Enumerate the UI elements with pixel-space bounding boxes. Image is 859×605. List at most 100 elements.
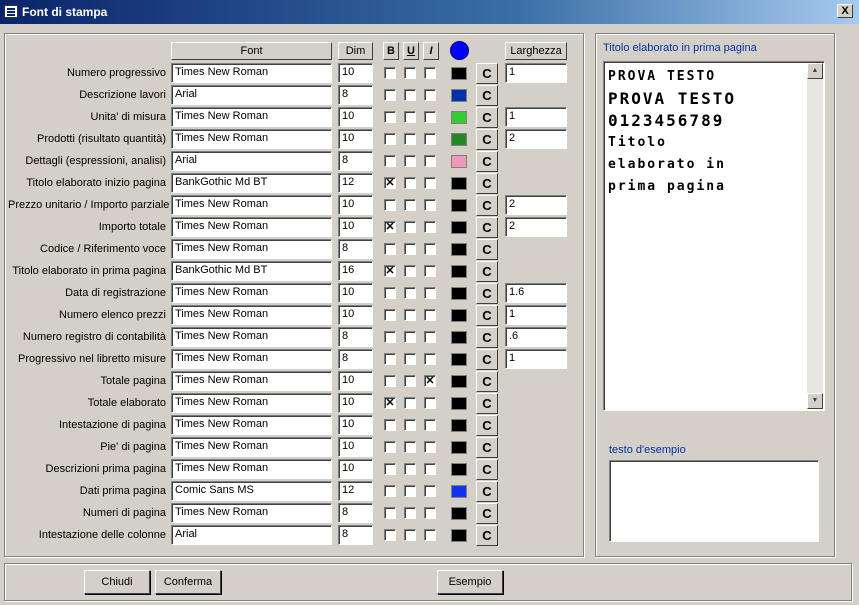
color-picker-button[interactable]: C [476,415,498,436]
bold-checkbox[interactable]: ✕ [384,265,396,277]
font-name-field[interactable]: Times New Roman [171,63,332,83]
close-button[interactable]: Chiudi [84,570,150,594]
color-picker-button[interactable]: C [476,371,498,392]
underline-checkbox[interactable] [404,419,416,431]
bold-checkbox[interactable] [384,529,396,541]
font-name-field[interactable]: Times New Roman [171,305,332,325]
font-name-field[interactable]: BankGothic Md BT [171,173,332,193]
font-name-field[interactable]: Times New Roman [171,327,332,347]
size-field[interactable]: 10 [338,415,373,435]
color-picker-button[interactable]: C [476,239,498,260]
size-field[interactable]: 10 [338,129,373,149]
italic-checkbox[interactable] [424,89,436,101]
italic-checkbox[interactable] [424,463,436,475]
size-field[interactable]: 10 [338,195,373,215]
width-field[interactable]: 1 [505,107,567,127]
underline-checkbox[interactable] [404,243,416,255]
underline-checkbox[interactable] [404,67,416,79]
preview-scrollbar[interactable]: ▲ ▼ [807,63,823,409]
italic-checkbox[interactable] [424,243,436,255]
bold-checkbox[interactable] [384,353,396,365]
italic-checkbox[interactable] [424,441,436,453]
italic-checkbox[interactable] [424,287,436,299]
underline-checkbox[interactable] [404,397,416,409]
underline-checkbox[interactable] [404,89,416,101]
underline-checkbox[interactable] [404,111,416,123]
color-picker-button[interactable]: C [476,195,498,216]
underline-checkbox[interactable] [404,309,416,321]
bold-checkbox[interactable] [384,199,396,211]
bold-checkbox[interactable] [384,419,396,431]
bold-checkbox[interactable]: ✕ [384,397,396,409]
bold-checkbox[interactable] [384,441,396,453]
italic-checkbox[interactable] [424,485,436,497]
size-field[interactable]: 10 [338,371,373,391]
color-picker-button[interactable]: C [476,437,498,458]
italic-checkbox[interactable] [424,265,436,277]
font-name-field[interactable]: Times New Roman [171,195,332,215]
width-field[interactable]: 1 [505,305,567,325]
bold-checkbox[interactable] [384,507,396,519]
underline-checkbox[interactable] [404,507,416,519]
scroll-down-arrow-icon[interactable]: ▼ [807,393,823,409]
bold-checkbox[interactable]: ✕ [384,221,396,233]
font-name-field[interactable]: Times New Roman [171,459,332,479]
size-field[interactable]: 10 [338,283,373,303]
width-field[interactable]: 2 [505,195,567,215]
italic-checkbox[interactable] [424,331,436,343]
size-field[interactable]: 16 [338,261,373,281]
underline-checkbox[interactable] [404,287,416,299]
bold-checkbox[interactable] [384,309,396,321]
underline-checkbox[interactable] [404,331,416,343]
confirm-button[interactable]: Conferma [155,570,221,594]
bold-checkbox[interactable] [384,133,396,145]
italic-checkbox[interactable] [424,309,436,321]
italic-checkbox[interactable] [424,155,436,167]
font-name-field[interactable]: Times New Roman [171,371,332,391]
underline-checkbox[interactable] [404,177,416,189]
color-picker-button[interactable]: C [476,63,498,84]
font-name-field[interactable]: Times New Roman [171,349,332,369]
color-picker-button[interactable]: C [476,107,498,128]
size-field[interactable]: 8 [338,151,373,171]
color-picker-button[interactable]: C [476,151,498,172]
size-field[interactable]: 8 [338,239,373,259]
font-name-field[interactable]: Times New Roman [171,437,332,457]
bold-checkbox[interactable] [384,89,396,101]
font-name-field[interactable]: Times New Roman [171,217,332,237]
color-picker-button[interactable]: C [476,503,498,524]
size-field[interactable]: 8 [338,327,373,347]
italic-checkbox[interactable] [424,111,436,123]
color-picker-button[interactable]: C [476,261,498,282]
sample-text-box[interactable] [609,460,819,542]
color-picker-button[interactable]: C [476,525,498,546]
color-picker-button[interactable]: C [476,283,498,304]
example-button[interactable]: Esempio [437,570,503,594]
size-field[interactable]: 10 [338,437,373,457]
color-picker-button[interactable]: C [476,327,498,348]
italic-checkbox[interactable]: ✕ [424,375,436,387]
font-name-field[interactable]: Arial [171,525,332,545]
width-field[interactable]: 1 [505,63,567,83]
bold-checkbox[interactable] [384,243,396,255]
font-name-field[interactable]: Times New Roman [171,239,332,259]
underline-checkbox[interactable] [404,463,416,475]
color-picker-button[interactable]: C [476,349,498,370]
underline-checkbox[interactable] [404,529,416,541]
underline-checkbox[interactable] [404,221,416,233]
italic-checkbox[interactable] [424,133,436,145]
bold-checkbox[interactable] [384,287,396,299]
underline-checkbox[interactable] [404,265,416,277]
close-window-button[interactable]: X [837,4,853,18]
width-field[interactable]: 1 [505,349,567,369]
italic-checkbox[interactable] [424,353,436,365]
underline-checkbox[interactable] [404,353,416,365]
size-field[interactable]: 10 [338,459,373,479]
italic-checkbox[interactable] [424,507,436,519]
color-picker-button[interactable]: C [476,305,498,326]
bold-checkbox[interactable] [384,375,396,387]
font-name-field[interactable]: Times New Roman [171,107,332,127]
size-field[interactable]: 10 [338,63,373,83]
underline-checkbox[interactable] [404,133,416,145]
bold-checkbox[interactable] [384,111,396,123]
